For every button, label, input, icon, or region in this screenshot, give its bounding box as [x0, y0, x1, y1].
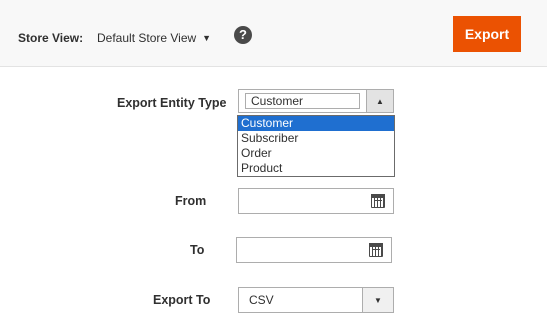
calendar-icon[interactable]: [371, 194, 385, 208]
calendar-icon[interactable]: [369, 243, 383, 257]
chevron-down-icon[interactable]: ▼: [362, 288, 393, 312]
chevron-down-icon: ▼: [202, 33, 212, 43]
store-view-switcher[interactable]: Default Store View ▼: [97, 31, 211, 45]
chevron-up-icon[interactable]: ▲: [366, 90, 393, 112]
dropdown-option-order[interactable]: Order: [238, 146, 394, 161]
export-button[interactable]: Export: [453, 16, 521, 52]
to-label: To: [190, 243, 205, 257]
entity-type-select[interactable]: Customer ▲: [238, 89, 394, 113]
dropdown-option-product[interactable]: Product: [238, 161, 394, 176]
from-date-input[interactable]: [238, 188, 394, 214]
dropdown-option-subscriber[interactable]: Subscriber: [238, 131, 394, 146]
dropdown-option-customer[interactable]: Customer: [238, 116, 394, 131]
export-to-value: CSV: [249, 293, 274, 307]
store-view-label: Store View:: [18, 31, 84, 45]
export-to-select[interactable]: CSV ▼: [238, 287, 394, 313]
store-view-value: Default Store View: [97, 31, 197, 45]
entity-type-value[interactable]: Customer: [245, 93, 360, 109]
from-label: From: [175, 194, 207, 208]
help-icon[interactable]: ?: [234, 26, 252, 44]
store-view-bar: Store View: Default Store View ▼ ? Export: [0, 0, 547, 67]
entity-type-dropdown: Customer Subscriber Order Product: [237, 115, 395, 177]
export-to-label: Export To: [153, 293, 211, 307]
export-entity-type-label: Export Entity Type: [117, 96, 227, 110]
to-date-input[interactable]: [236, 237, 392, 263]
